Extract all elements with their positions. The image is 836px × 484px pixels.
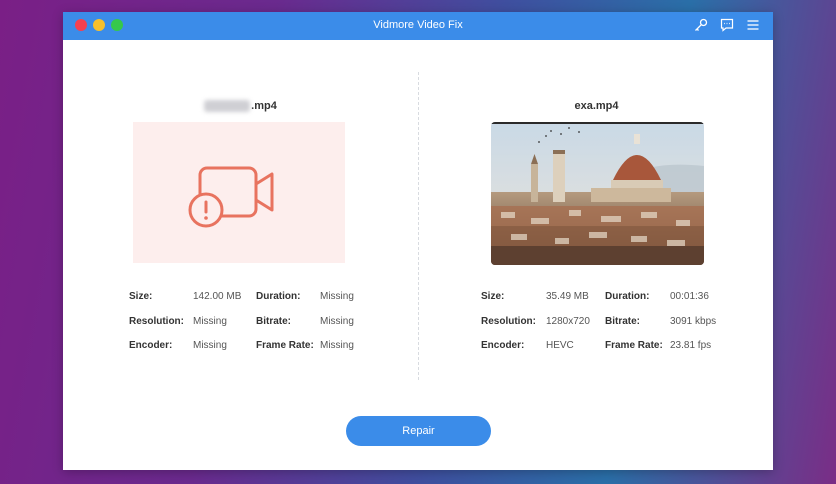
damaged-video-preview bbox=[133, 122, 345, 263]
bitrate-value: Missing bbox=[320, 316, 354, 327]
title-bar: Vidmore Video Fix bbox=[63, 12, 773, 40]
duration-value: 00:01:36 bbox=[670, 291, 709, 302]
bitrate-label: Bitrate: bbox=[256, 316, 292, 327]
toolbar-icons bbox=[693, 17, 761, 33]
encoder-label: Encoder: bbox=[129, 340, 173, 351]
damaged-filename: .mp4 bbox=[63, 100, 418, 113]
resolution-label: Resolution: bbox=[481, 316, 536, 327]
resolution-label: Resolution: bbox=[129, 316, 184, 327]
info-row: Size: 142.00 MB Duration: Missing bbox=[63, 291, 418, 305]
info-row: Size: 35.49 MB Duration: 00:01:36 bbox=[419, 291, 774, 305]
cityscape-thumbnail bbox=[491, 122, 704, 265]
sample-video-thumbnail bbox=[491, 122, 704, 265]
sample-filename: exa.mp4 bbox=[574, 100, 619, 112]
duration-label: Duration: bbox=[605, 291, 650, 302]
duration-label: Duration: bbox=[256, 291, 301, 302]
framerate-label: Frame Rate: bbox=[256, 340, 314, 351]
broken-video-icon bbox=[188, 166, 274, 228]
resolution-value: Missing bbox=[193, 316, 227, 327]
feedback-icon[interactable] bbox=[719, 17, 735, 33]
framerate-label: Frame Rate: bbox=[605, 340, 663, 351]
key-icon[interactable] bbox=[693, 17, 709, 33]
info-row: Encoder: Missing Frame Rate: Missing bbox=[63, 340, 418, 354]
app-window: Vidmore Video Fix .mp4 Size: 142.00 MB D… bbox=[63, 12, 773, 470]
size-label: Size: bbox=[481, 291, 505, 302]
duration-value: Missing bbox=[320, 291, 354, 302]
size-label: Size: bbox=[129, 291, 153, 302]
damaged-video-panel: .mp4 Size: 142.00 MB Duration: Missing R… bbox=[63, 40, 418, 380]
sample-video-panel: exa.mp4 Size: 35.49 MB Duration: 00:01:3… bbox=[419, 40, 774, 380]
encoder-value: Missing bbox=[193, 340, 227, 351]
info-row: Resolution: 1280x720 Bitrate: 3091 kbps bbox=[419, 316, 774, 330]
framerate-value: Missing bbox=[320, 340, 354, 351]
framerate-value: 23.81 fps bbox=[670, 340, 712, 351]
size-value: 142.00 MB bbox=[193, 291, 242, 302]
size-value: 35.49 MB bbox=[546, 291, 589, 302]
info-row: Resolution: Missing Bitrate: Missing bbox=[63, 316, 418, 330]
resolution-value: 1280x720 bbox=[546, 316, 590, 327]
info-row: Encoder: HEVC Frame Rate: 23.81 fps bbox=[419, 340, 774, 354]
repair-button[interactable]: Repair bbox=[346, 416, 491, 446]
bitrate-value: 3091 kbps bbox=[670, 316, 717, 327]
window-title: Vidmore Video Fix bbox=[373, 19, 463, 31]
encoder-label: Encoder: bbox=[481, 340, 525, 351]
filename-extension: .mp4 bbox=[251, 100, 277, 112]
menu-icon[interactable] bbox=[745, 17, 761, 33]
blurred-filename bbox=[204, 100, 251, 113]
bitrate-label: Bitrate: bbox=[605, 316, 641, 327]
encoder-value: HEVC bbox=[546, 340, 574, 351]
